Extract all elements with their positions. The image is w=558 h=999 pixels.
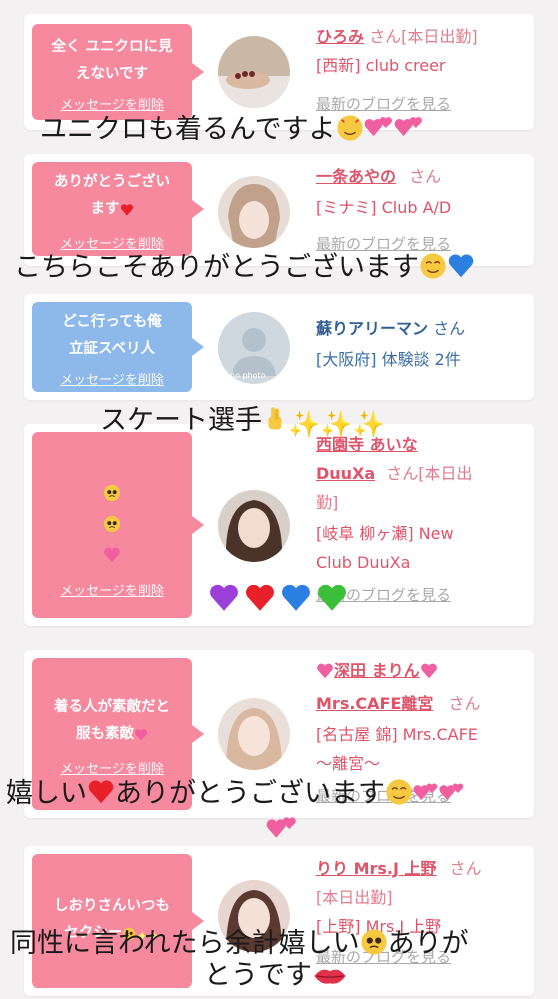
work-status: 勤]	[316, 493, 339, 512]
shop-name-2: Club DuuXa	[316, 553, 411, 572]
profile-info: 一条あやの さん [ミナミ] Club A/D 最新のブログを見る	[316, 162, 530, 259]
message-bubble: ありがとうござい ます メッセージを削除	[32, 162, 204, 256]
message-text: どこ行っても俺 立証スベリ人	[62, 313, 162, 357]
red-heart-icon	[246, 584, 274, 611]
profile-info: ひろみ さん[本日出勤] [西新] club creer 最新のブログを見る	[316, 22, 530, 119]
two-hearts-icon	[364, 114, 394, 150]
sparkles-icon: ✨✨✨	[288, 410, 386, 440]
honorific: さん[本日出	[386, 464, 473, 483]
honorific: さん	[433, 319, 466, 338]
message-text: 着る人が素敵だと 服も素敵	[54, 694, 170, 752]
sparkling-heart-icon	[103, 546, 121, 574]
pleading-face-icon	[103, 515, 121, 543]
two-hearts-icon	[394, 114, 424, 150]
avatar[interactable]	[218, 490, 290, 562]
smiling-face-icon	[419, 252, 447, 288]
blue-heart-icon	[282, 584, 310, 611]
overlay-caption-text: こちらこそありがとうございます	[14, 252, 419, 283]
heart-emoji-row	[208, 582, 348, 614]
overlay-caption-text-3: とうです	[204, 960, 312, 991]
sparkling-heart-icon	[316, 660, 334, 689]
heart-icon	[120, 200, 134, 227]
overlay-caption: こちらこそありがとうございます	[14, 252, 475, 288]
profile-info: 蘇りアリーマン さん [大阪府] 体験談 2件	[316, 314, 530, 374]
red-heart-icon	[87, 778, 115, 814]
overlay-caption: 同性に言われたら余計嬉しい ありが	[10, 928, 469, 964]
smiling-face-with-hearts-icon	[336, 114, 364, 150]
overlay-caption: スケート選手 ✨✨✨	[100, 405, 385, 441]
honorific: さん	[448, 694, 481, 713]
profile-name-link-2[interactable]: Mrs.CAFE離宮	[316, 694, 433, 713]
lips-icon	[312, 964, 348, 996]
message-bubble: 全く ユニクロに見 えないです メッセージを削除	[32, 24, 204, 120]
delete-message-link[interactable]: メッセージを削除	[60, 94, 164, 113]
shop-name: [ミナミ] Club A/D	[316, 198, 452, 217]
smiling-face-icon	[385, 778, 413, 814]
profile-name-link[interactable]: 蘇りアリーマン	[316, 319, 428, 338]
profile-name-link[interactable]: 深田 まりん	[334, 661, 420, 680]
message-bubble: メッセージを削除	[32, 432, 204, 618]
message-card: どこ行っても俺 立証スベリ人 メッセージを削除 no photo 蘇りアリーマン…	[24, 294, 534, 400]
delete-message-link[interactable]: メッセージを削除	[60, 233, 164, 252]
sparkling-heart-icon	[420, 660, 438, 689]
blue-heart-icon	[447, 252, 475, 288]
delete-message-link[interactable]: メッセージを削除	[60, 758, 164, 777]
message-bubble: しおりさんいつも セクシー ✦✦	[32, 854, 204, 988]
honorific: さん	[369, 27, 402, 46]
delete-message-link[interactable]: メッセージを削除	[60, 369, 164, 388]
two-hearts-icon	[439, 780, 465, 814]
overlay-caption-text-2: ありが	[387, 928, 469, 959]
green-heart-icon	[318, 584, 346, 611]
profile-info: 西園寺 あいな DuuXa さん[本日出 勤] [岐阜 柳ヶ瀬] New Clu…	[316, 430, 530, 610]
overlay-caption-text: 嬉しい	[6, 778, 87, 809]
message-bubble: どこ行っても俺 立証スベリ人 メッセージを削除	[32, 302, 204, 392]
two-hearts-icon	[266, 814, 298, 852]
shop-name-2: 〜離宮〜	[316, 754, 381, 773]
avatar[interactable]	[218, 176, 290, 248]
delete-message-link[interactable]: メッセージを削除	[60, 580, 164, 599]
shop-name: [大阪府] 体験談 2件	[316, 350, 461, 369]
crossed-fingers-icon	[262, 405, 288, 441]
overlay-caption: 嬉しい ありがとうございます	[6, 778, 465, 814]
profile-name-link[interactable]: 一条あやの	[316, 167, 396, 186]
overlay-caption: ユニクロも着るんですよ	[40, 114, 424, 150]
two-hearts-icon	[413, 780, 439, 814]
avatar[interactable]: no photo	[218, 312, 290, 384]
avatar[interactable]	[218, 36, 290, 108]
work-status: [本日出勤]	[316, 888, 393, 907]
overlay-caption-text: 同性に言われたら余計嬉しい	[10, 928, 360, 959]
sparkling-heart-icon	[134, 725, 148, 752]
honorific: さん	[449, 859, 482, 878]
honorific: さん	[409, 167, 442, 186]
message-card: ありがとうござい ます メッセージを削除 一条あやの さん [ミナミ] Club…	[24, 154, 534, 266]
avatar[interactable]	[218, 698, 290, 770]
message-text: ありがとうござい ます	[54, 169, 170, 227]
message-card: 全く ユニクロに見 えないです メッセージを削除 ひろみ さん[本日出勤] [西…	[24, 14, 534, 130]
overlay-caption-text: ユニクロも着るんですよ	[40, 114, 336, 145]
profile-name-link[interactable]: りり Mrs.J 上野	[316, 859, 437, 878]
message-text: 全く ユニクロに見 えないです	[51, 38, 173, 82]
profile-name-link[interactable]: ひろみ	[316, 27, 364, 46]
overlay-caption: とうです	[204, 960, 348, 996]
shop-name: [名古屋 錦] Mrs.CAFE	[316, 725, 478, 744]
latest-blog-link[interactable]: 最新のブログを見る	[316, 581, 530, 610]
shop-name: [岐阜 柳ヶ瀬] New	[316, 524, 454, 543]
message-emoji	[103, 454, 121, 574]
overlay-caption-text: スケート選手	[100, 405, 262, 436]
pleading-face-icon	[103, 484, 121, 512]
pleading-face-icon	[360, 928, 388, 964]
shop-name: [西新] club creer	[316, 56, 446, 75]
overlay-caption-text-2: ありがとうございます	[115, 778, 385, 809]
profile-name-link-2[interactable]: DuuXa	[316, 464, 375, 483]
purple-heart-icon	[210, 584, 238, 611]
work-status: [本日出勤]	[401, 27, 478, 46]
no-photo-label: no photo	[230, 371, 266, 380]
